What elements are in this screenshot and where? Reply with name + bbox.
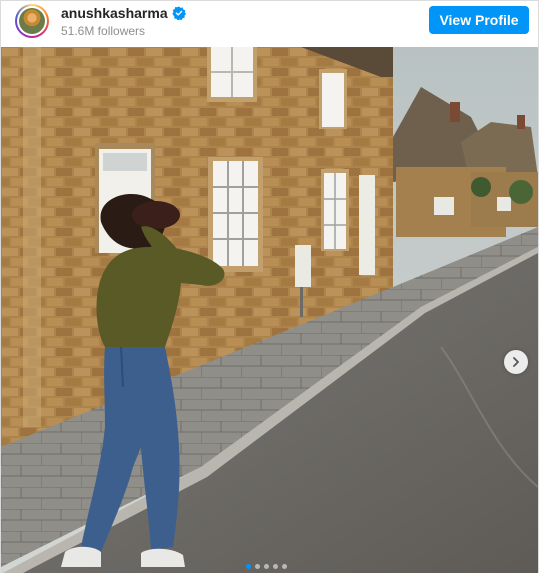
view-profile-button[interactable]: View Profile xyxy=(429,6,529,34)
carousel-indicator xyxy=(246,564,287,569)
post-header: anushkasharma 51.6M followers View Profi… xyxy=(1,1,538,47)
verified-badge-icon xyxy=(171,6,186,21)
instagram-embed: anushkasharma 51.6M followers View Profi… xyxy=(0,0,539,573)
follower-count: 51.6M followers xyxy=(61,24,146,38)
street-scene-image xyxy=(1,47,538,573)
username[interactable]: anushkasharma xyxy=(61,5,168,21)
carousel-dot xyxy=(264,564,269,569)
username-row: anushkasharma xyxy=(61,5,186,21)
avatar[interactable] xyxy=(15,4,49,38)
post-photo[interactable] xyxy=(1,47,538,573)
next-slide-button[interactable] xyxy=(504,350,528,374)
carousel-dot xyxy=(246,564,251,569)
avatar-ring xyxy=(17,6,47,36)
carousel-dot xyxy=(273,564,278,569)
avatar-image xyxy=(19,8,45,34)
carousel-dot xyxy=(255,564,260,569)
chevron-right-icon xyxy=(513,357,519,367)
carousel-dot xyxy=(282,564,287,569)
